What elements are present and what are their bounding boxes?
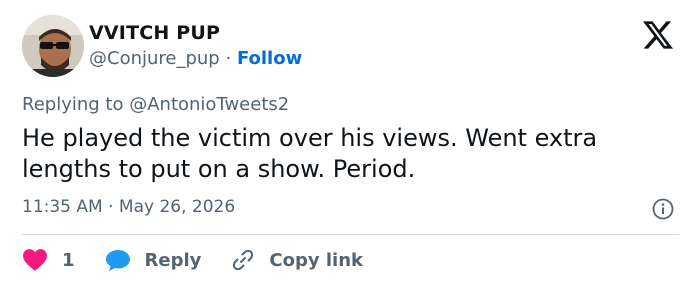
reply-context-prefix: Replying to (22, 94, 124, 115)
copy-link-label: Copy link (269, 249, 363, 271)
divider (22, 234, 679, 235)
speech-bubble-icon (105, 250, 130, 271)
follow-button[interactable]: Follow (237, 48, 302, 69)
user-avatar-photo (22, 15, 84, 77)
x-logo-icon[interactable] (641, 20, 675, 50)
tweet-date: May 26, 2026 (118, 197, 236, 217)
heart-icon (23, 249, 47, 271)
tweet-timestamp[interactable]: 11:35 AM · May 26, 2026 (22, 197, 235, 217)
reply-button[interactable]: Reply (105, 248, 202, 272)
display-name[interactable]: VVITCH PUP (89, 22, 220, 44)
avatar[interactable] (22, 15, 84, 77)
reply-label: Reply (144, 249, 202, 271)
user-handle[interactable]: @Conjure_pup (89, 48, 220, 69)
separator-dot: · (108, 197, 114, 217)
handle-row: @Conjure_pup · Follow (89, 48, 302, 69)
link-icon (233, 249, 254, 271)
reply-context: Replying to @AntonioTweets2 (22, 94, 289, 115)
tweet-text: He played the victim over his views. Wen… (22, 124, 598, 183)
like-button[interactable]: 1 (22, 248, 75, 272)
copy-link-button[interactable]: Copy link (231, 248, 363, 272)
separator-dot: · (225, 48, 232, 69)
like-count: 1 (62, 249, 75, 271)
reply-mention-link[interactable]: @AntonioTweets2 (129, 94, 289, 115)
info-icon[interactable] (652, 198, 674, 220)
action-bar: 1 Reply Copy link (22, 246, 363, 274)
tweet-time: 11:35 AM (22, 197, 103, 217)
